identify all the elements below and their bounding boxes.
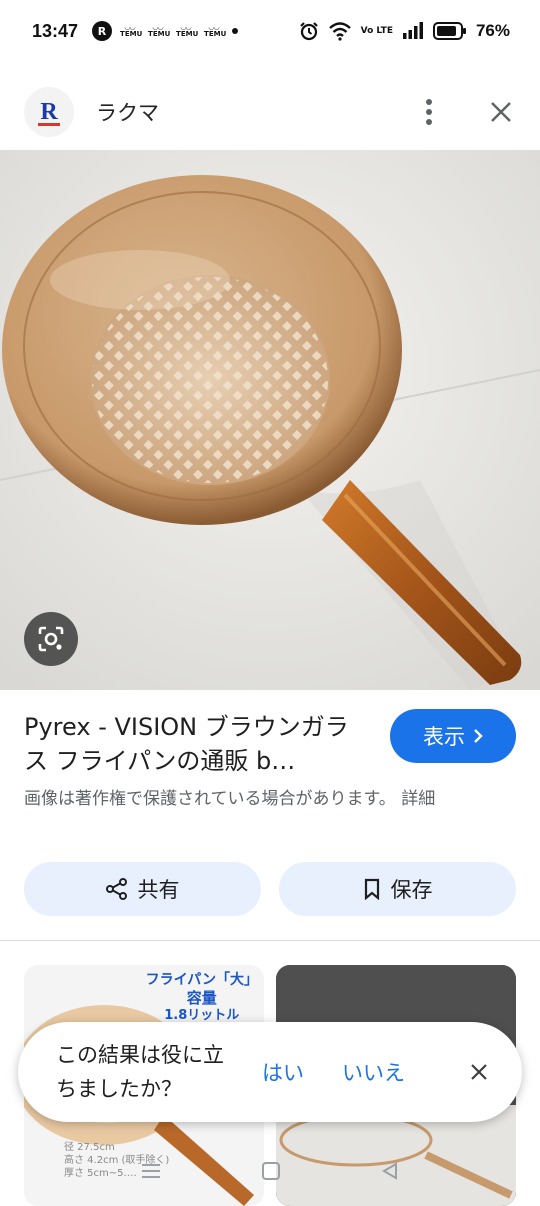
status-right: Vo LTE 76%: [299, 21, 510, 41]
system-nav-bar: [0, 1140, 540, 1206]
feedback-yes-button[interactable]: はい: [262, 1057, 304, 1087]
site-logo-letter: R: [38, 98, 61, 126]
view-button[interactable]: 表示: [390, 709, 516, 763]
related-1-line1: フライパン「大」: [145, 972, 258, 988]
close-icon: [491, 102, 511, 122]
recents-button[interactable]: [140, 1162, 162, 1184]
back-button[interactable]: [380, 1161, 400, 1185]
copyright-notice[interactable]: 画像は著作権で保護されている場合があります。 詳細: [24, 786, 514, 813]
home-button[interactable]: [261, 1161, 281, 1185]
battery-percent: 76%: [475, 21, 510, 40]
main-result-image[interactable]: [0, 150, 540, 690]
status-time: 13:47: [32, 20, 79, 41]
bookmark-icon: [364, 878, 379, 900]
chevron-right-icon: [474, 729, 483, 743]
more-vert-icon: [426, 99, 432, 125]
share-button[interactable]: 共有: [24, 862, 261, 916]
more-options-button[interactable]: [414, 97, 444, 127]
frying-pan-image: [0, 150, 540, 690]
section-divider: [0, 940, 540, 941]
rakuma-notification-icon: R: [92, 21, 113, 41]
view-button-label: 表示: [423, 725, 465, 749]
result-header: R ラクマ: [0, 84, 540, 140]
feedback-question: この結果は役に立ちましたか？: [56, 1043, 224, 1101]
site-logo: R: [24, 87, 74, 137]
temu-label: TEMU: [176, 30, 199, 38]
save-label: 保存: [390, 878, 433, 902]
close-icon: [471, 1064, 487, 1080]
header-actions: [414, 97, 516, 127]
feedback-close-button[interactable]: [466, 1059, 492, 1085]
temu-notification-icon: ◡◡ TEMU: [176, 23, 199, 38]
site-name[interactable]: ラクマ: [96, 97, 159, 127]
temu-label: TEMU: [148, 30, 171, 38]
temu-label: TEMU: [204, 30, 227, 38]
home-square-icon: [261, 1162, 280, 1180]
lens-icon: [38, 626, 64, 652]
more-notifications-dot: [232, 28, 239, 34]
save-button[interactable]: 保存: [279, 862, 516, 916]
wifi-icon: [328, 22, 351, 41]
status-left: 13:47 R ◡◡ TEMU ◡◡ TEMU ◡◡ TEMU ◡◡ TEMU: [32, 20, 239, 42]
battery-icon: [432, 22, 466, 40]
menu-lines-icon: [141, 1164, 160, 1178]
share-icon: [105, 878, 127, 900]
temu-notification-icon: ◡◡ TEMU: [204, 23, 227, 38]
volte-label: Vo LTE: [360, 25, 393, 36]
action-row: 共有 保存: [24, 862, 516, 916]
alarm-icon: [299, 22, 318, 41]
feedback-card: この結果は役に立ちましたか？ はい いいえ: [18, 1022, 522, 1122]
signal-icon: [402, 22, 423, 39]
related-1-caption: フライパン「大」 容量 1.8リットル: [146, 971, 258, 1025]
back-triangle-icon: [382, 1162, 398, 1180]
share-label: 共有: [137, 878, 180, 902]
temu-label: TEMU: [120, 30, 143, 38]
related-1-line2: 容量: [186, 989, 217, 1007]
lens-search-button[interactable]: [24, 612, 78, 666]
feedback-no-button[interactable]: いいえ: [342, 1057, 405, 1087]
status-bar: 13:47 R ◡◡ TEMU ◡◡ TEMU ◡◡ TEMU ◡◡ TEMU Vo L…: [0, 0, 540, 62]
temu-notification-icon: ◡◡ TEMU: [148, 23, 171, 38]
close-button[interactable]: [486, 97, 516, 127]
temu-notification-icon: ◡◡ TEMU: [120, 23, 143, 38]
result-title[interactable]: Pyrex - VISION ブラウンガラス フライパンの通販 b…: [24, 710, 364, 778]
